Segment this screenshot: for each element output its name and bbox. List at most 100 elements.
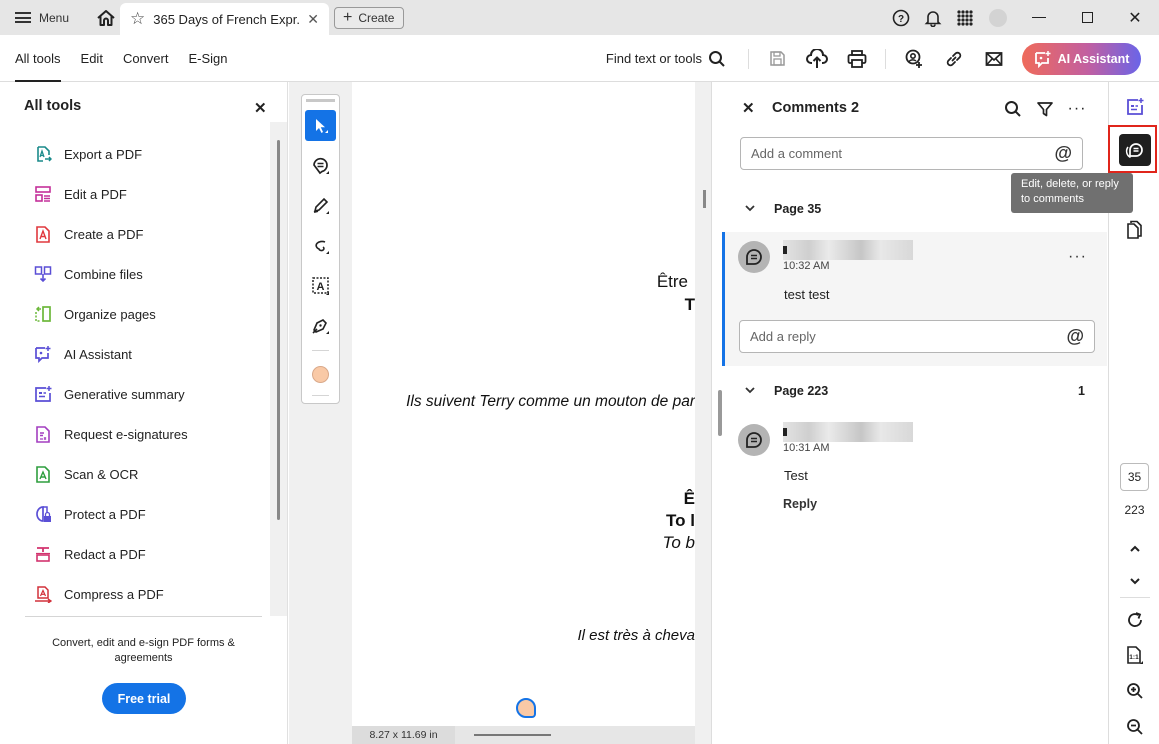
mention-icon[interactable]: @ (1054, 143, 1072, 164)
color-swatch-icon (312, 366, 329, 383)
share-button[interactable] (894, 39, 934, 79)
more-options-button[interactable]: ··· (1064, 96, 1090, 122)
comment-card[interactable]: 10:32 AM ··· test test Add a reply @ (722, 232, 1107, 366)
minimize-button[interactable] (1015, 0, 1063, 35)
close-comments-icon[interactable]: ✕ (742, 99, 755, 117)
divider (312, 395, 329, 396)
upload-cloud-button[interactable] (797, 39, 837, 79)
tool-item-protect-a-pdf[interactable]: Protect a PDF (0, 494, 270, 534)
tab-all-tools[interactable]: All tools (15, 35, 61, 82)
tool-item-export-a-pdf[interactable]: Export a PDF (0, 134, 270, 174)
zoom-out-button[interactable] (1120, 712, 1150, 742)
print-button[interactable] (837, 39, 877, 79)
generative-summary-icon (1127, 98, 1144, 115)
star-icon[interactable]: ☆ (130, 9, 145, 29)
tool-item-label: Create a PDF (64, 226, 144, 242)
mention-icon[interactable]: @ (1066, 326, 1084, 347)
zoom-in-button[interactable] (1120, 676, 1150, 706)
close-window-button[interactable]: ✕ (1111, 0, 1159, 35)
comment-avatar-icon (746, 249, 762, 265)
color-picker[interactable] (305, 359, 336, 390)
comment-avatar-icon (746, 432, 762, 448)
close-tab-icon[interactable]: ✕ (307, 11, 319, 28)
page-group-label: Page 223 (774, 384, 829, 398)
highlight-tool[interactable] (305, 190, 336, 221)
tool-item-label: Organize pages (64, 306, 156, 322)
comments-scrollbar[interactable] (718, 390, 722, 436)
protect-pdf-icon (34, 505, 52, 523)
apps-button[interactable] (949, 0, 981, 35)
email-button[interactable] (974, 39, 1014, 79)
tool-item-compress-a-pdf[interactable]: Compress a PDF (0, 574, 270, 614)
tool-item-scan-ocr[interactable]: Scan & OCR (0, 454, 270, 494)
chevron-down-icon (745, 205, 755, 212)
draw-tool[interactable] (305, 230, 336, 261)
tools-scrollbar[interactable] (270, 122, 287, 616)
close-panel-icon[interactable]: ✕ (254, 99, 267, 117)
tool-item-label: Export a PDF (64, 146, 143, 162)
text-box-tool[interactable]: A (305, 270, 336, 301)
add-person-icon (905, 49, 922, 68)
page-fit-button[interactable]: 1:1 (1120, 640, 1150, 670)
generative-summary-button[interactable] (1120, 92, 1150, 122)
tool-item-combine-files[interactable]: Combine files (0, 254, 270, 294)
link-icon (946, 51, 962, 66)
tool-item-create-a-pdf[interactable]: Create a PDF (0, 214, 270, 254)
ai-assistant-button[interactable]: AI Assistant (1022, 42, 1141, 75)
previous-page-button[interactable] (1120, 534, 1150, 564)
current-page-input[interactable]: 35 (1120, 463, 1149, 491)
tool-item-generative-summary[interactable]: Generative summary (0, 374, 270, 414)
tab-edit[interactable]: Edit (81, 35, 103, 82)
rotate-button[interactable] (1120, 605, 1150, 635)
tool-item-label: Combine files (64, 266, 143, 282)
free-trial-button[interactable]: Free trial (102, 683, 186, 714)
horizontal-scrollbar[interactable] (474, 734, 551, 736)
notifications-button[interactable] (917, 0, 949, 35)
add-reply-input[interactable]: Add a reply @ (739, 320, 1095, 353)
save-button[interactable] (757, 39, 797, 79)
comment-more-icon[interactable]: ··· (1068, 248, 1087, 266)
cursor-icon (315, 118, 328, 133)
drag-handle[interactable] (306, 99, 335, 102)
reply-button[interactable]: Reply (783, 497, 817, 511)
add-comment-input[interactable]: Add a comment @ (740, 137, 1083, 170)
user-avatar[interactable] (989, 8, 1007, 27)
copy-link-button[interactable] (934, 39, 974, 79)
comment-annotation-marker[interactable] (516, 698, 536, 718)
zoom-in-icon (1127, 683, 1143, 699)
scrollbar-thumb[interactable] (277, 140, 280, 520)
find-text-button[interactable]: Find text or tools (606, 50, 726, 68)
ai-assistant-label: AI Assistant (1057, 51, 1130, 66)
home-button[interactable] (93, 5, 119, 31)
bell-icon (924, 10, 942, 27)
comments-header: ✕ Comments 2 ··· (712, 82, 1110, 134)
tool-item-ai-assistant[interactable]: AI Assistant (0, 334, 270, 374)
divider (312, 350, 329, 351)
scan-ocr-icon (34, 465, 52, 483)
menu-button[interactable]: Menu (0, 0, 69, 35)
comment-tool[interactable] (305, 150, 336, 181)
pages-panel-button[interactable] (1120, 214, 1150, 244)
page-group-header[interactable]: Page 223 1 (712, 376, 1110, 406)
mail-icon (985, 51, 1003, 66)
maximize-button[interactable] (1063, 0, 1111, 35)
tab-convert[interactable]: Convert (123, 35, 169, 82)
filter-comments-button[interactable] (1032, 96, 1058, 122)
document-tab[interactable]: ☆ 365 Days of French Expr... ✕ (120, 3, 329, 35)
tool-item-organize-pages[interactable]: Organize pages (0, 294, 270, 334)
search-comments-button[interactable] (1000, 96, 1026, 122)
promo-text: Convert, edit and e-sign PDF forms & agr… (52, 637, 235, 664)
help-button[interactable]: ? (885, 0, 917, 35)
tool-item-request-e-signatures[interactable]: Request e-signatures (0, 414, 270, 454)
create-button[interactable]: + Create (334, 7, 404, 29)
export-pdf-icon (34, 145, 52, 163)
tool-item-label: Edit a PDF (64, 186, 127, 202)
sign-tool[interactable] (305, 310, 336, 341)
select-tool[interactable] (305, 110, 336, 141)
tab-esign[interactable]: E-Sign (188, 35, 227, 82)
tool-item-edit-a-pdf[interactable]: Edit a PDF (0, 174, 270, 214)
chevron-up-icon (1130, 545, 1140, 552)
next-page-button[interactable] (1120, 566, 1150, 596)
tool-item-redact-a-pdf[interactable]: Redact a PDF (0, 534, 270, 574)
combine-files-icon (34, 265, 52, 283)
